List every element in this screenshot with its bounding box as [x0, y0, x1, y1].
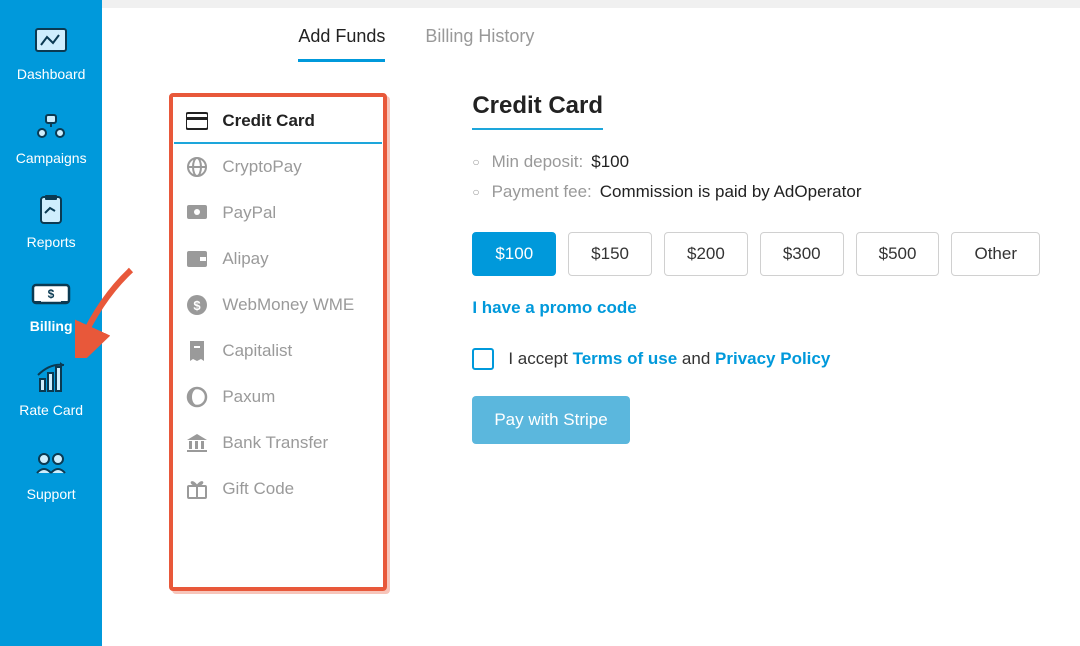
accept-prefix: I accept [508, 349, 568, 368]
dollar-circle-icon: $ [186, 294, 208, 316]
tabbar: Add Funds Billing History [298, 8, 1080, 78]
min-deposit-value: $100 [591, 152, 629, 172]
fee-value: Commission is paid by AdOperator [600, 182, 862, 202]
method-label: Gift Code [222, 479, 294, 499]
accept-text: I accept Terms of use and Privacy Policy [508, 349, 830, 369]
payment-method-cryptopay[interactable]: CryptoPay [174, 144, 382, 190]
fee-label: Payment fee: [492, 182, 592, 202]
amount-100[interactable]: $100 [472, 232, 556, 276]
panel: Credit Card ○ Min deposit: $100 ○ Paymen… [382, 98, 1080, 586]
sidebar-item-dashboard[interactable]: Dashboard [0, 12, 102, 96]
amount-200[interactable]: $200 [664, 232, 748, 276]
payment-method-capitalist[interactable]: Capitalist [174, 328, 382, 374]
sidebar-item-label: Reports [27, 234, 76, 250]
amount-other[interactable]: Other [951, 232, 1040, 276]
gift-icon [186, 478, 208, 500]
sidebar-item-label: Dashboard [17, 66, 86, 82]
fee-row: ○ Payment fee: Commission is paid by AdO… [472, 182, 1040, 202]
paypal-icon [186, 202, 208, 224]
sidebar-item-label: Support [27, 486, 76, 502]
amount-500[interactable]: $500 [856, 232, 940, 276]
accept-row: I accept Terms of use and Privacy Policy [472, 348, 1040, 370]
promo-link[interactable]: I have a promo code [472, 298, 636, 318]
bullet-icon: ○ [472, 185, 479, 199]
min-deposit-label: Min deposit: [492, 152, 584, 172]
payment-method-gift-code[interactable]: Gift Code [174, 466, 382, 512]
tab-billing-history[interactable]: Billing History [425, 26, 534, 62]
sidebar-item-support[interactable]: Support [0, 432, 102, 516]
method-label: Bank Transfer [222, 433, 328, 453]
wallet-icon [186, 248, 208, 270]
accept-checkbox[interactable] [472, 348, 494, 370]
amount-150[interactable]: $150 [568, 232, 652, 276]
sidebar-item-rate-card[interactable]: Rate Card [0, 348, 102, 432]
receipt-icon [186, 340, 208, 362]
accept-mid: and [682, 349, 710, 368]
main: Add Funds Billing History Credit Card Cryp… [102, 0, 1080, 646]
method-label: Capitalist [222, 341, 292, 361]
payment-method-alipay[interactable]: Alipay [174, 236, 382, 282]
amount-300[interactable]: $300 [760, 232, 844, 276]
sidebar-item-campaigns[interactable]: Campaigns [0, 96, 102, 180]
payment-method-paxum[interactable]: Paxum [174, 374, 382, 420]
payment-method-webmoney-wme[interactable]: $ WebMoney WME [174, 282, 382, 328]
method-label: CryptoPay [222, 157, 301, 177]
tab-add-funds[interactable]: Add Funds [298, 26, 385, 62]
card-icon [186, 110, 208, 132]
ratecard-icon [29, 360, 73, 396]
sidebar-item-label: Campaigns [16, 150, 87, 166]
campaigns-icon [29, 108, 73, 144]
support-icon [29, 444, 73, 480]
circle-moon-icon [186, 386, 208, 408]
pay-button[interactable]: Pay with Stripe [472, 396, 629, 444]
privacy-link[interactable]: Privacy Policy [715, 349, 830, 368]
sidebar-item-reports[interactable]: Reports [0, 180, 102, 264]
payment-methods: Credit Card CryptoPay PayPal Alipay $ WebMone… [174, 98, 382, 586]
method-label: PayPal [222, 203, 276, 223]
globe-icon [186, 156, 208, 178]
payment-method-paypal[interactable]: PayPal [174, 190, 382, 236]
sidebar: Dashboard Campaigns Reports $ Billing Rate Ca… [0, 0, 102, 646]
sidebar-item-label: Rate Card [19, 402, 83, 418]
reports-icon [29, 192, 73, 228]
payment-method-bank-transfer[interactable]: Bank Transfer [174, 420, 382, 466]
dashboard-icon [29, 24, 73, 60]
bullet-icon: ○ [472, 155, 479, 169]
svg-text:$: $ [194, 298, 202, 313]
method-label: Alipay [222, 249, 268, 269]
top-strip [102, 0, 1080, 8]
sidebar-item-billing[interactable]: $ Billing [0, 264, 102, 348]
svg-text:$: $ [48, 287, 55, 301]
payment-method-credit-card[interactable]: Credit Card [174, 98, 382, 144]
sidebar-item-label: Billing [30, 318, 73, 334]
amount-options: $100 $150 $200 $300 $500Other [472, 232, 1040, 276]
terms-link[interactable]: Terms of use [573, 349, 678, 368]
billing-icon: $ [29, 276, 73, 312]
method-label: Credit Card [222, 111, 315, 131]
bank-icon [186, 432, 208, 454]
method-label: Paxum [222, 387, 275, 407]
min-deposit-row: ○ Min deposit: $100 [472, 152, 1040, 172]
panel-title: Credit Card [472, 92, 603, 130]
method-label: WebMoney WME [222, 295, 354, 315]
